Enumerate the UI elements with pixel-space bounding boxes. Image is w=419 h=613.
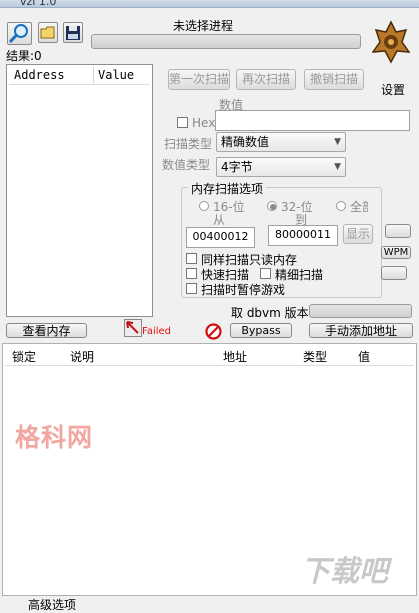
failed-indicator: Failed	[124, 319, 172, 339]
fine-scan-checkbox[interactable]	[260, 268, 271, 279]
watermark-right: 下载吧	[301, 554, 389, 588]
undo-scan-button[interactable]: 撤销扫描	[304, 69, 364, 90]
pause-game-label: 扫描时暂停游戏	[201, 283, 286, 297]
readonly-memory-checkbox[interactable]	[186, 253, 197, 264]
column-type[interactable]: 类型	[303, 348, 327, 365]
found-address-list[interactable]: Address Value	[6, 64, 153, 317]
radio-all[interactable]	[336, 201, 346, 211]
dbvm-progress-bar	[309, 304, 412, 318]
pause-game-checkbox[interactable]	[186, 283, 197, 294]
process-status-text: 未选择进程	[173, 19, 234, 33]
view-memory-button[interactable]: 查看内存	[6, 323, 87, 338]
from-address-input[interactable]: 00400012	[186, 227, 255, 248]
column-lock[interactable]: 锁定	[12, 348, 36, 365]
advanced-options-link[interactable]: 高级选项	[28, 596, 76, 613]
floppy-icon	[66, 26, 80, 40]
radio-16bit[interactable]	[199, 201, 209, 211]
title-bar	[0, 0, 419, 8]
folder-icon	[40, 26, 55, 39]
header-underline	[9, 84, 150, 85]
failed-label: Failed	[142, 326, 172, 337]
value-type-select[interactable]: 4字节 ▼	[216, 157, 346, 177]
save-button[interactable]	[63, 22, 83, 43]
scan-type-select[interactable]: 精确数值 ▼	[216, 132, 346, 152]
chevron-down-icon: ▼	[334, 162, 341, 172]
side-button-top[interactable]	[385, 224, 411, 238]
pointer-arrow-icon	[124, 319, 142, 337]
open-file-button[interactable]	[38, 22, 58, 43]
scan-type-label: 扫描类型	[164, 137, 213, 151]
next-scan-button[interactable]: 再次扫描	[236, 69, 296, 90]
open-process-button[interactable]	[7, 22, 32, 45]
cheat-table[interactable]: 锁定 说明 地址 类型 值 格科网 下载吧	[2, 343, 417, 596]
scan-value-input[interactable]	[215, 110, 410, 131]
column-divider	[93, 67, 94, 83]
dbvm-version-label: 取 dbvm 版本	[231, 306, 309, 320]
value-type-value: 4字节	[221, 160, 253, 174]
hex-label: Hex	[192, 116, 216, 130]
first-scan-button[interactable]: 第一次扫描	[168, 69, 230, 90]
chevron-down-icon: ▼	[334, 137, 341, 147]
settings-link[interactable]: 设置	[381, 81, 405, 98]
show-button[interactable]: 显示	[343, 224, 373, 244]
column-value[interactable]: Value	[98, 68, 134, 82]
from-label: 从	[213, 213, 226, 227]
column-description[interactable]: 说明	[70, 348, 94, 365]
logo-icon	[371, 20, 411, 64]
stop-icon[interactable]	[205, 323, 222, 340]
magnifier-icon	[8, 24, 28, 44]
column-address[interactable]: 地址	[223, 348, 247, 365]
to-address-input[interactable]: 80000011	[268, 225, 338, 246]
value-type-label: 数值类型	[162, 158, 211, 172]
memory-scan-options-title: 内存扫描选项	[188, 180, 267, 197]
scan-type-value: 精确数值	[221, 135, 270, 149]
watermark-left: 格科网	[15, 423, 94, 452]
results-count: 结果:0	[6, 49, 42, 63]
hex-checkbox[interactable]	[177, 117, 188, 128]
column-value[interactable]: 值	[358, 348, 370, 365]
add-address-manually-button[interactable]: 手动添加地址	[309, 323, 413, 338]
fast-scan-checkbox[interactable]	[186, 268, 197, 279]
scan-progress-bar	[91, 34, 361, 49]
header-underline	[5, 365, 414, 366]
column-address[interactable]: Address	[14, 68, 65, 82]
radio-32bit[interactable]	[267, 201, 277, 211]
bypass-button[interactable]: Bypass	[230, 323, 292, 338]
side-button-bottom[interactable]	[381, 266, 407, 280]
radio-all-label: 全部	[350, 200, 368, 214]
wpm-button[interactable]: WPM	[381, 246, 411, 259]
window-title: vzl 1.0	[20, 0, 57, 8]
app-logo	[371, 18, 411, 70]
